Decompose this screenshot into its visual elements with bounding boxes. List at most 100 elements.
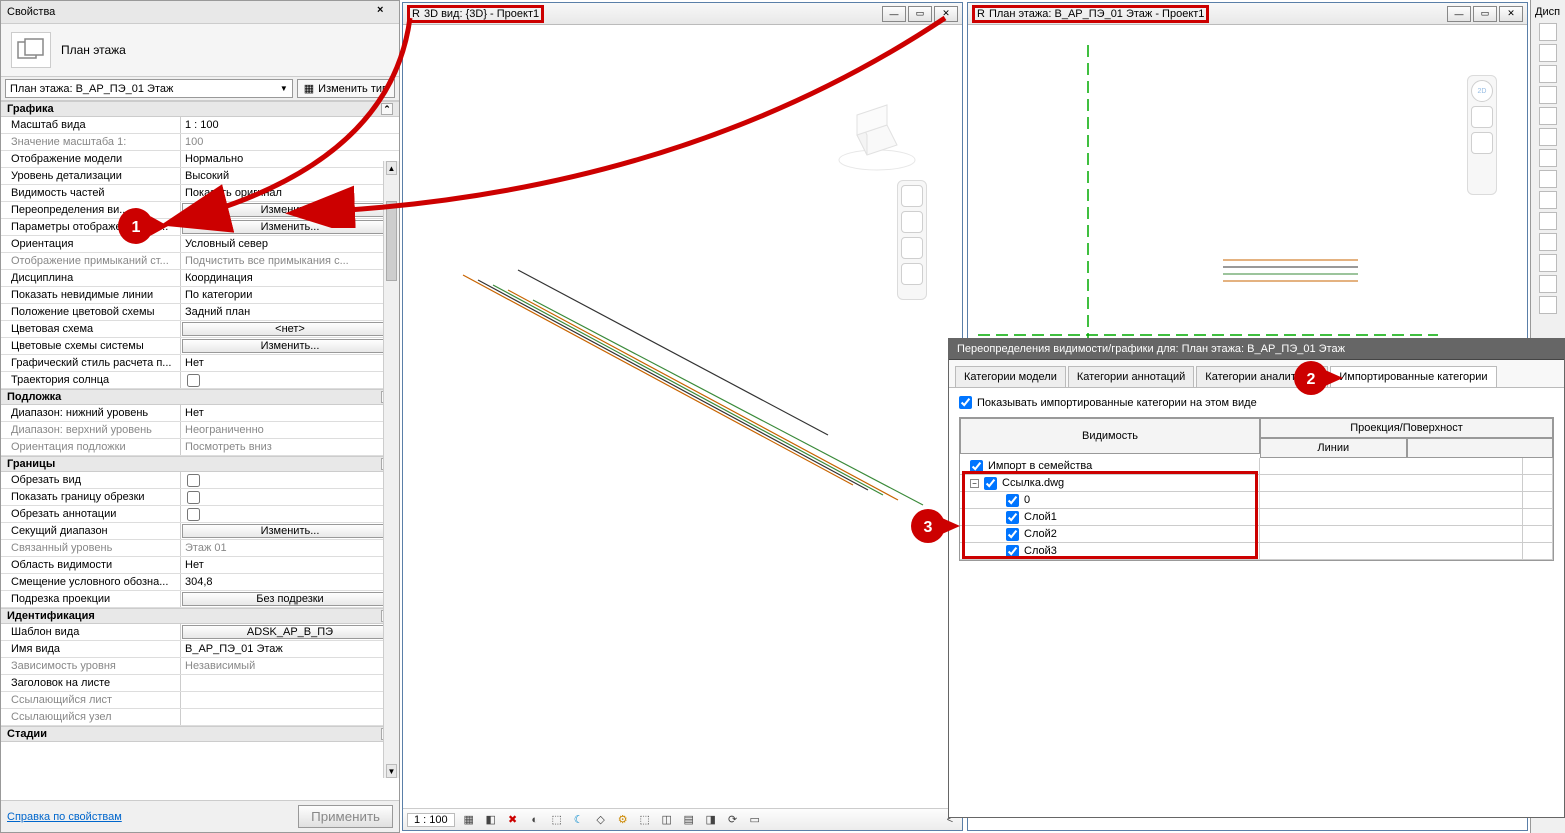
group-underlay[interactable]: Подложка⌃ [1, 389, 399, 405]
tree-collapse-icon[interactable]: − [970, 479, 979, 488]
status-icon[interactable]: ▦ [461, 812, 477, 828]
close-button[interactable]: ✕ [1499, 6, 1523, 22]
row-checkbox[interactable] [1006, 545, 1019, 558]
crop-annot-checkbox[interactable] [181, 506, 399, 522]
graphic-params-button[interactable]: Изменить... [182, 220, 398, 234]
status-icon[interactable]: ✖ [505, 812, 521, 828]
proj-clip-button[interactable]: Без подрезки [182, 592, 398, 606]
value-discipline[interactable]: Координация [181, 270, 399, 286]
value-orientation[interactable]: Условный север [181, 236, 399, 252]
row-checkbox[interactable] [970, 460, 983, 473]
tool-icon[interactable] [1539, 65, 1557, 83]
nav-pan-icon[interactable] [1471, 106, 1493, 128]
minimize-button[interactable]: — [882, 6, 906, 22]
scroll-thumb[interactable] [386, 201, 397, 281]
crop-view-checkbox[interactable] [181, 472, 399, 488]
nav-2d-badge[interactable]: 2D [1471, 80, 1493, 102]
nav-pan-icon[interactable] [901, 211, 923, 233]
tool-icon[interactable] [1539, 191, 1557, 209]
view-3d-canvas[interactable] [403, 25, 962, 808]
group-identification[interactable]: Идентификация⌃ [1, 608, 399, 624]
status-icon[interactable]: ◫ [659, 812, 675, 828]
close-button[interactable]: ✕ [934, 6, 958, 22]
tool-icon[interactable] [1539, 254, 1557, 272]
type-selector-dropdown[interactable]: План этажа: В_АР_ПЭ_01 Этаж ▼ [5, 79, 293, 98]
status-icon[interactable]: ◨ [703, 812, 719, 828]
scroll-up-icon[interactable]: ▲ [386, 161, 397, 175]
tab-model-categories[interactable]: Категории модели [955, 366, 1066, 387]
tool-icon[interactable] [1539, 233, 1557, 251]
tool-icon[interactable] [1539, 86, 1557, 104]
properties-help-link[interactable]: Справка по свойствам [7, 811, 122, 823]
value-sheet-title[interactable] [181, 675, 399, 691]
collapse-icon[interactable]: ⌃ [381, 103, 393, 115]
sun-path-checkbox[interactable] [181, 372, 399, 388]
nav-bar-2d[interactable]: 2D [1467, 75, 1497, 195]
status-icon[interactable]: ▭ [747, 812, 763, 828]
viewcube-icon[interactable] [832, 85, 922, 175]
row-checkbox[interactable] [1006, 494, 1019, 507]
tool-icon[interactable] [1539, 296, 1557, 314]
restore-button[interactable]: ▭ [1473, 6, 1497, 22]
status-icon[interactable]: ▤ [681, 812, 697, 828]
group-stages[interactable]: Стадии⌃ [1, 726, 399, 742]
value-scale[interactable]: 1 : 100 [181, 117, 399, 133]
status-icon[interactable]: ⚙ [615, 812, 631, 828]
show-imported-checkbox[interactable] [959, 396, 972, 409]
value-parts-visibility[interactable]: Показать оригинал [181, 185, 399, 201]
nav-zoom-icon[interactable] [1471, 132, 1493, 154]
tab-imported-categories[interactable]: Импортированные категории [1330, 366, 1496, 387]
row-layer-0[interactable]: 0 [1024, 494, 1030, 506]
value-range-lower[interactable]: Нет [181, 405, 399, 421]
status-icon[interactable]: ☾ [571, 812, 587, 828]
row-import-families[interactable]: Импорт в семейства [988, 460, 1092, 472]
tab-analytical-categories[interactable]: Категории аналитичес [1196, 366, 1328, 387]
value-show-hidden[interactable]: По категории [181, 287, 399, 303]
apply-button[interactable]: Применить [298, 805, 393, 828]
tab-annotation-categories[interactable]: Категории аннотаций [1068, 366, 1194, 387]
section-range-button[interactable]: Изменить... [182, 524, 398, 538]
close-icon[interactable]: × [377, 4, 393, 20]
minimize-button[interactable]: — [1447, 6, 1471, 22]
value-model-display[interactable]: Нормально [181, 151, 399, 167]
value-color-scheme-pos[interactable]: Задний план [181, 304, 399, 320]
status-icon[interactable]: ◇ [593, 812, 609, 828]
crop-bound-checkbox[interactable] [181, 489, 399, 505]
properties-scrollbar[interactable]: ▲ ▼ [383, 161, 399, 778]
tool-icon[interactable] [1539, 275, 1557, 293]
tool-icon[interactable] [1539, 170, 1557, 188]
color-scheme-button[interactable]: <нет> [182, 322, 398, 336]
group-graphics[interactable]: Графика⌃ [1, 101, 399, 117]
tool-icon[interactable] [1539, 128, 1557, 146]
status-icon[interactable]: ⬚ [637, 812, 653, 828]
value-calc-style[interactable]: Нет [181, 355, 399, 371]
row-layer-2[interactable]: Слой2 [1024, 528, 1057, 540]
scroll-down-icon[interactable]: ▼ [386, 764, 397, 778]
visibility-override-button[interactable]: Изменить... [182, 203, 398, 217]
row-layer-1[interactable]: Слой1 [1024, 511, 1057, 523]
group-bounds[interactable]: Границы⌃ [1, 456, 399, 472]
row-checkbox[interactable] [1006, 528, 1019, 541]
value-vis-area[interactable]: Нет [181, 557, 399, 573]
row-layer-3[interactable]: Слой3 [1024, 545, 1057, 557]
status-icon[interactable]: ⟳ [725, 812, 741, 828]
tool-icon[interactable] [1539, 107, 1557, 125]
value-view-name[interactable]: В_АР_ПЭ_01 Этаж [181, 641, 399, 657]
row-checkbox[interactable] [1006, 511, 1019, 524]
row-checkbox[interactable] [984, 477, 997, 490]
nav-wheel-icon[interactable] [901, 185, 923, 207]
sys-color-button[interactable]: Изменить... [182, 339, 398, 353]
tool-icon[interactable] [1539, 44, 1557, 62]
edit-type-button[interactable]: ▦ Изменить тип [297, 79, 395, 98]
status-scale[interactable]: 1 : 100 [407, 813, 455, 827]
view-template-button[interactable]: ADSK_АР_В_ПЭ [182, 625, 398, 639]
status-icon[interactable]: ◐ [527, 812, 543, 828]
status-icon[interactable]: ◧ [483, 812, 499, 828]
tool-icon[interactable] [1539, 212, 1557, 230]
status-icon[interactable]: ⬚ [549, 812, 565, 828]
value-detail-level[interactable]: Высокий [181, 168, 399, 184]
tool-icon[interactable] [1539, 23, 1557, 41]
tool-icon[interactable] [1539, 149, 1557, 167]
value-offset[interactable]: 304,8 [181, 574, 399, 590]
restore-button[interactable]: ▭ [908, 6, 932, 22]
